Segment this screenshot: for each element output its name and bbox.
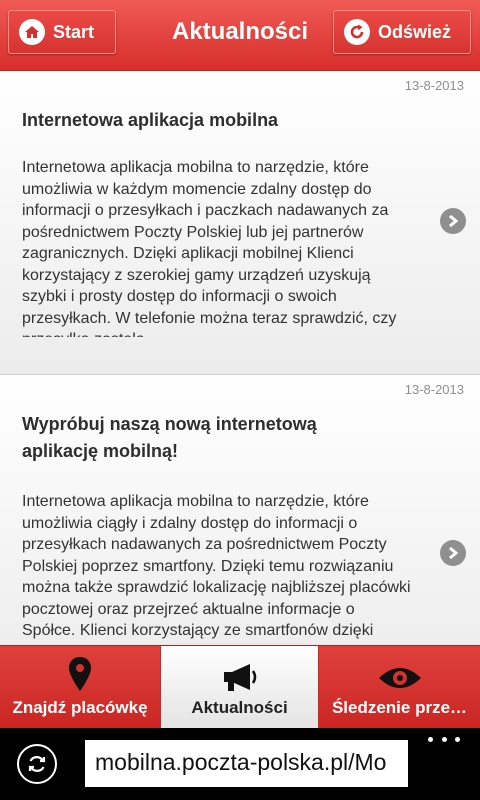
news-title: Wypróbuj naszą nową internetową aplikacj… [22,414,317,461]
refresh-icon [344,19,370,45]
browser-refresh-icon[interactable] [17,744,57,784]
tab-label: Aktualności [191,698,288,717]
home-icon [19,19,45,45]
tab-find-branch[interactable]: Znajdź placówkę [0,646,160,729]
tab-label: Znajdź placówkę [12,698,148,717]
bottom-tab-bar: Znajdź placówkę Aktualności Śledzenie pr… [0,645,480,729]
tab-tracking[interactable]: Śledzenie prze… [319,646,480,729]
tab-label: Śledzenie prze… [331,698,468,717]
news-excerpt: Internetowa aplikacja mobilna to narzędz… [22,493,411,645]
news-title: Internetowa aplikacja mobilna [22,110,279,130]
address-bar[interactable]: mobilna.poczta-polska.pl/Mo [85,740,408,787]
more-dots-icon[interactable] [428,737,460,745]
refresh-button-label: Odśwież [378,21,452,42]
news-item[interactable]: 13-8-2013 Internetowa aplikacja mobilna … [0,71,480,375]
start-button-label: Start [53,21,95,42]
refresh-button[interactable]: Odśwież [333,10,471,54]
start-button[interactable]: Start [8,10,116,54]
chevron-right-icon[interactable] [440,540,466,566]
eye-icon [377,652,423,692]
megaphone-icon [220,652,260,692]
news-date: 13-8-2013 [404,78,464,93]
location-pin-icon [67,652,93,692]
news-list[interactable]: 13-8-2013 Internetowa aplikacja mobilna … [0,71,480,645]
app-header: Start Aktualności Odśwież [0,0,480,71]
tab-news[interactable]: Aktualności [161,646,318,729]
browser-bar: mobilna.poczta-polska.pl/Mo [0,728,480,800]
news-item[interactable]: 13-8-2013 Wypróbuj naszą nową internetow… [0,375,480,645]
news-date: 13-8-2013 [404,382,464,397]
page-title: Aktualności [171,18,309,45]
chevron-right-icon[interactable] [440,208,466,234]
news-excerpt: Internetowa aplikacja mobilna to narzędz… [22,159,397,337]
